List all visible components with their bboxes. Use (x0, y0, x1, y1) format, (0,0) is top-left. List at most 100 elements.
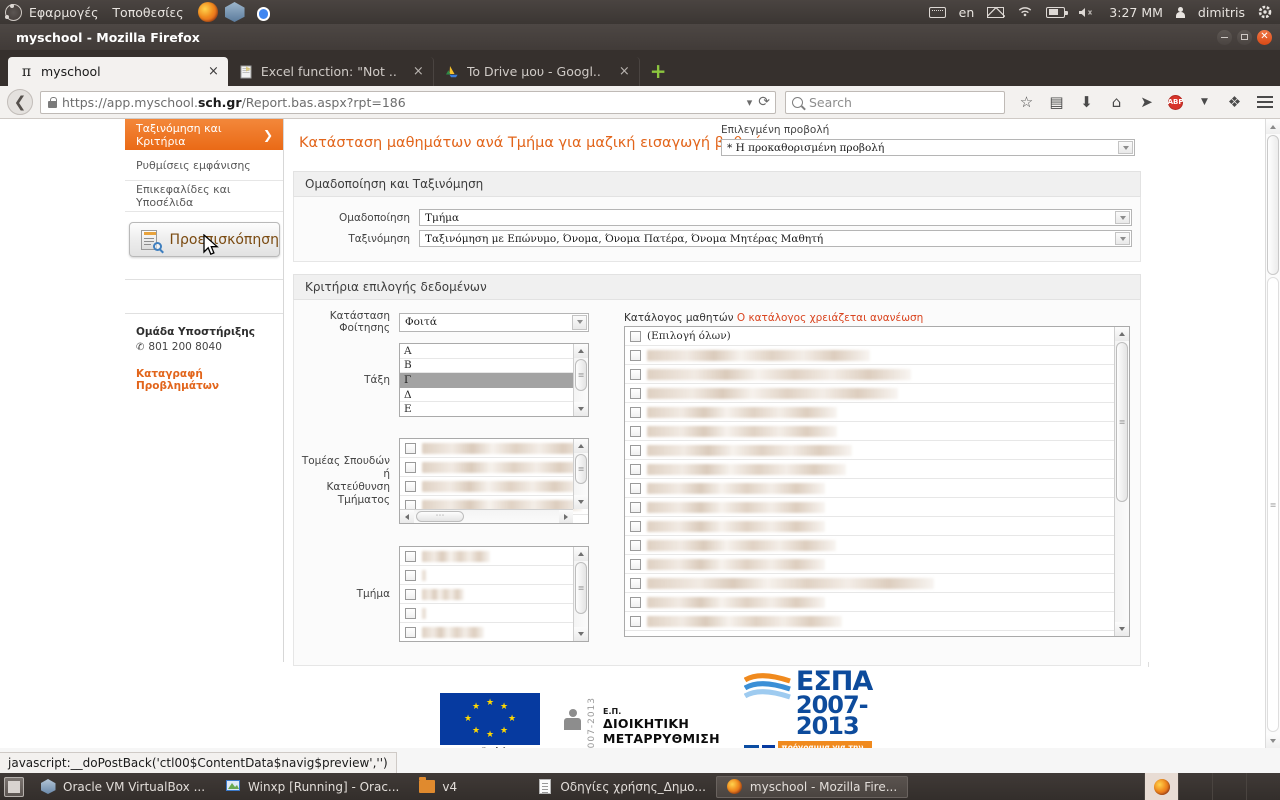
checkbox[interactable] (630, 463, 641, 475)
list-item[interactable] (625, 384, 1129, 403)
scrollbar-vertical[interactable] (573, 547, 588, 641)
grouping-dropdown[interactable]: Τμήμα (419, 209, 1132, 226)
list-item[interactable] (400, 439, 588, 458)
checkbox[interactable] (630, 368, 641, 380)
scroll-right-icon[interactable] (559, 510, 573, 523)
back-button[interactable]: ❮ (7, 89, 33, 115)
close-button[interactable]: ✕ (1257, 29, 1272, 45)
taskbar-item-odigies[interactable]: Οδηγίες χρήσης_Δημο... (527, 776, 716, 798)
tray-slot[interactable] (1246, 773, 1280, 800)
firefox-icon[interactable] (197, 2, 218, 22)
scroll-left-icon[interactable] (400, 510, 414, 523)
checkbox[interactable] (405, 588, 416, 600)
addon-icon[interactable]: ❖ (1226, 93, 1243, 111)
tab-myschool[interactable]: π myschool × (8, 57, 228, 86)
search-bar[interactable]: Search (785, 90, 1005, 114)
scroll-down-icon[interactable] (574, 627, 588, 641)
list-item[interactable] (625, 460, 1129, 479)
checkbox[interactable] (630, 349, 641, 361)
selected-view-dropdown[interactable]: * Η προκαθορισμένη προβολή (721, 139, 1135, 156)
panel-menu-applications[interactable]: Εφαρμογές (29, 5, 98, 20)
chevron-down-icon[interactable] (1115, 232, 1130, 245)
checkbox[interactable] (405, 480, 416, 492)
list-item-selected[interactable]: Γ (400, 373, 588, 388)
list-item[interactable] (625, 365, 1129, 384)
list-item[interactable] (400, 585, 588, 604)
tray-slot[interactable] (1178, 773, 1212, 800)
tab-close-icon[interactable]: × (198, 64, 219, 79)
scrollbar-thumb[interactable] (575, 454, 587, 484)
list-item[interactable] (625, 422, 1129, 441)
list-item[interactable] (400, 623, 588, 641)
home-icon[interactable]: ⌂ (1108, 93, 1125, 111)
keyboard-icon[interactable] (928, 6, 946, 18)
class-listbox[interactable]: Α Β Γ Δ Ε (399, 343, 589, 417)
checkbox[interactable] (630, 501, 641, 513)
reload-icon[interactable]: ⟳ (758, 94, 770, 110)
list-item[interactable] (625, 517, 1129, 536)
checkbox[interactable] (405, 461, 416, 473)
show-desktop-button[interactable] (4, 776, 24, 797)
tab-excel-function[interactable]: Excel function: "Not ... × (228, 57, 434, 86)
panel-menu-places[interactable]: Τοποθεσίες (112, 5, 183, 20)
list-item[interactable]: Δ (400, 388, 588, 403)
taskbar-item-winxp[interactable]: Winxp [Running] - Orac... (215, 776, 409, 798)
scrollbar-thumb[interactable] (416, 511, 464, 522)
scroll-up-icon[interactable] (574, 344, 588, 358)
checkbox[interactable] (630, 482, 641, 494)
checkbox[interactable] (630, 425, 641, 437)
minimize-button[interactable] (1217, 29, 1232, 45)
checkbox[interactable] (630, 539, 641, 551)
list-item[interactable] (625, 555, 1129, 574)
list-item[interactable] (625, 441, 1129, 460)
scrollbar-thumb[interactable] (1116, 342, 1128, 502)
clock-label[interactable]: 3:27 ΜΜ (1109, 5, 1163, 20)
downloads-icon[interactable]: ⬇ (1078, 93, 1095, 111)
scrollbar-vertical[interactable] (573, 344, 588, 416)
field-of-study-listbox[interactable] (399, 438, 589, 524)
bookmark-star-icon[interactable]: ☆ (1018, 93, 1035, 111)
checkbox[interactable] (405, 569, 416, 581)
checkbox[interactable] (630, 558, 641, 570)
sidebar-item-sorting-criteria[interactable]: Ταξινόμηση και Κριτήρια ❯ (125, 119, 283, 150)
chevron-down-icon[interactable] (572, 314, 587, 330)
checkbox[interactable] (630, 615, 641, 627)
checkbox[interactable] (405, 442, 416, 454)
checkbox[interactable] (405, 550, 416, 562)
scrollbar-horizontal[interactable] (400, 509, 573, 523)
reader-icon[interactable]: ▤ (1048, 93, 1065, 111)
taskbar-item-virtualbox[interactable]: Oracle VM VirtualBox ... (30, 776, 215, 798)
checkbox[interactable] (630, 406, 641, 418)
scrollbar-thumb[interactable] (575, 562, 587, 614)
new-tab-button[interactable]: + (650, 61, 667, 81)
checkbox[interactable] (630, 330, 641, 342)
battery-icon[interactable] (1046, 6, 1068, 18)
taskbar-item-v4[interactable]: v4 (409, 776, 499, 798)
scrollbar-thumb[interactable] (575, 359, 587, 391)
wifi-icon[interactable] (1017, 6, 1033, 18)
checkbox[interactable] (630, 596, 641, 608)
list-item[interactable] (625, 612, 1129, 631)
list-item[interactable] (400, 477, 588, 496)
chevron-down-icon[interactable] (1115, 211, 1130, 224)
mail-icon[interactable] (987, 6, 1006, 18)
browser-scrollbar-vertical[interactable] (1265, 119, 1280, 748)
maximize-button[interactable] (1237, 29, 1252, 45)
list-item[interactable] (625, 346, 1129, 365)
list-item[interactable] (625, 536, 1129, 555)
scroll-down-icon[interactable] (574, 495, 588, 509)
checkbox[interactable] (630, 520, 641, 532)
keyboard-layout-label[interactable]: en (959, 5, 975, 20)
ubuntu-logo-icon[interactable] (5, 3, 22, 21)
student-catalog-listbox[interactable]: (Επιλογή όλων) (624, 326, 1130, 637)
attendance-dropdown[interactable]: Φοιτά (399, 312, 589, 332)
scrollbar-thumb[interactable] (1267, 135, 1279, 275)
list-item[interactable]: Ε (400, 402, 588, 416)
adblock-plus-icon[interactable]: ABP (1168, 94, 1183, 110)
checkbox[interactable] (630, 577, 641, 589)
list-item[interactable] (625, 403, 1129, 422)
report-problems-link[interactable]: Καταγραφή Προβλημάτων (136, 368, 283, 392)
send-tab-icon[interactable]: ➤ (1138, 93, 1155, 111)
scrollbar-track[interactable] (1267, 277, 1279, 732)
scroll-up-icon[interactable] (1115, 327, 1129, 341)
